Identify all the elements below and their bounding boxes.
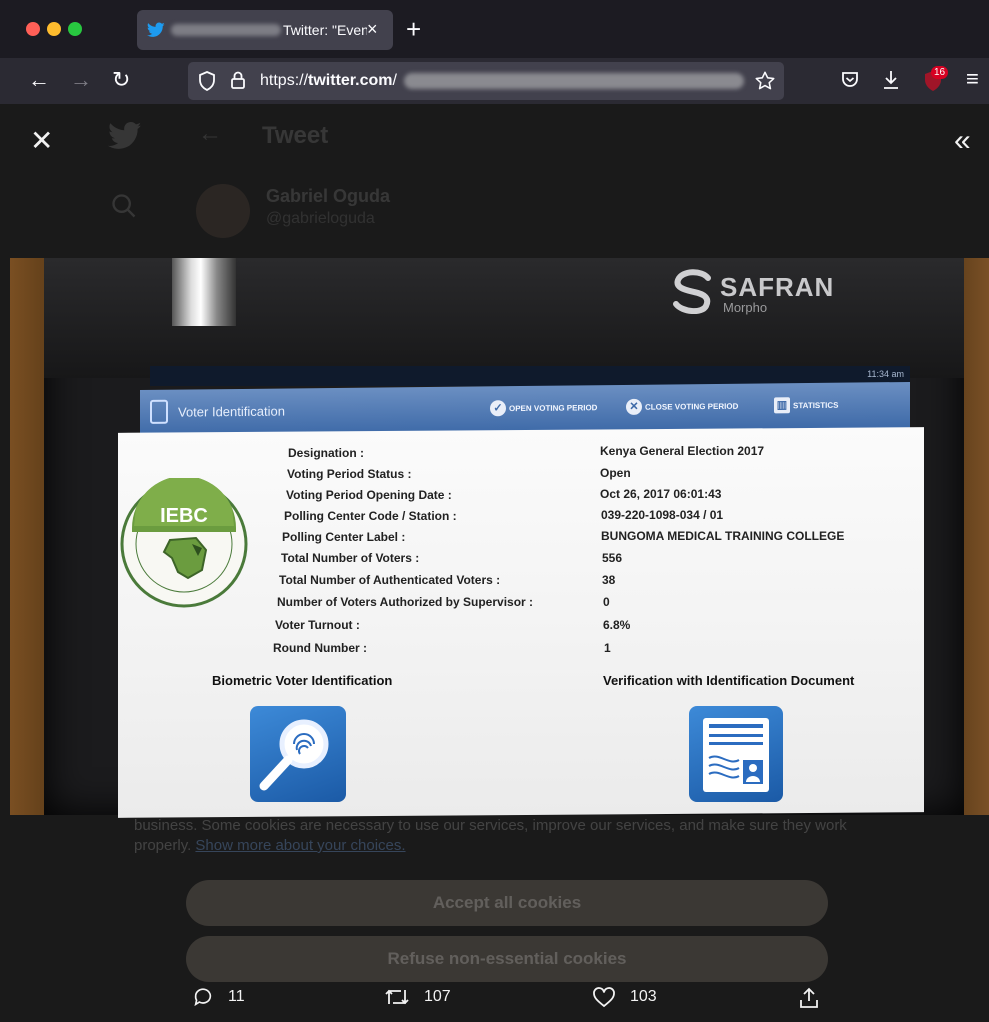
field-label: Total Number of Voters : — [281, 551, 420, 565]
reply-button[interactable]: 11 — [192, 986, 245, 1008]
close-voting-period-button: ✕ CLOSE VOTING PERIOD — [626, 398, 738, 415]
iebc-seal-logo: IEBC — [120, 478, 248, 608]
close-voting-period-label: CLOSE VOTING PERIOD — [645, 401, 739, 412]
zoom-window-button[interactable] — [68, 22, 82, 36]
app-title: Voter Identification — [178, 403, 285, 420]
check-icon: ✓ — [490, 400, 506, 417]
open-voting-period-button: ✓ OPEN VOTING PERIOD — [490, 399, 598, 417]
bookmark-star-icon[interactable] — [754, 70, 776, 92]
browser-tab-twitter[interactable]: Twitter: "Even × — [137, 10, 393, 50]
biometric-section-label: Biometric Voter Identification — [212, 673, 393, 688]
reply-count: 11 — [228, 988, 245, 1005]
field-value: Kenya General Election 2017 — [600, 444, 765, 458]
field-label: Polling Center Label : — [282, 530, 406, 544]
x-circle-icon: ✕ — [626, 398, 642, 415]
field-value: 556 — [602, 551, 623, 565]
tweet-header-title: Tweet — [262, 122, 329, 149]
field-value: 039-220-1098-034 / 01 — [601, 508, 724, 522]
redacted-tab-text — [171, 24, 281, 36]
author-handle[interactable]: @gabrieloguda — [266, 210, 375, 228]
new-tab-button[interactable]: + — [406, 16, 421, 42]
redacted-url-text — [404, 73, 744, 89]
reload-icon[interactable]: ↻ — [112, 68, 130, 92]
open-voting-period-label: OPEN VOTING PERIOD — [509, 402, 598, 413]
back-arrow-icon[interactable]: ← — [28, 68, 50, 92]
iebc-logo-text: IEBC — [160, 505, 208, 527]
id-document-icon — [689, 706, 783, 802]
like-count: 103 — [630, 988, 657, 1005]
close-media-icon[interactable]: ✕ — [30, 124, 53, 157]
author-name[interactable]: Gabriel Oguda — [266, 186, 390, 207]
field-label: Round Number : — [273, 641, 367, 655]
back-arrow-icon[interactable]: ← — [198, 120, 222, 148]
url-text: https://twitter.com/ — [260, 72, 397, 90]
retweet-button[interactable]: 107 — [384, 986, 451, 1008]
heart-icon — [593, 987, 615, 1008]
pocket-icon[interactable] — [840, 70, 860, 90]
cookie-choices-link[interactable]: Show more about your choices. — [195, 837, 405, 854]
document-section-label: Verification with Identification Documen… — [603, 673, 855, 688]
browser-titlebar: Twitter: "Even × + — [0, 0, 989, 58]
twitter-bird-icon — [147, 22, 165, 37]
field-value: 0 — [603, 595, 610, 609]
app-menu-icon — [150, 399, 168, 424]
share-icon — [800, 987, 818, 1008]
field-value: Oct 26, 2017 06:01:43 — [600, 487, 722, 501]
cookie-notice-text: business. Some cookies are necessary to … — [134, 816, 874, 856]
tab-title: Twitter: "Even — [283, 22, 367, 38]
brand-name: SAFRAN — [720, 272, 835, 302]
status-time: 11:34 am — [867, 369, 904, 379]
tab-close-icon[interactable]: × — [367, 19, 378, 39]
close-window-button[interactable] — [26, 22, 40, 36]
author-avatar[interactable] — [196, 184, 250, 238]
field-label: Designation : — [288, 446, 365, 460]
extension-badge-count: 16 — [931, 66, 949, 79]
collapse-panel-icon[interactable]: « — [954, 124, 971, 158]
hamburger-menu-icon[interactable]: ≡ — [966, 67, 979, 91]
url-domain: twitter.com — [308, 72, 393, 89]
field-label: Voting Period Status : — [287, 467, 412, 481]
statistics-button: ▥ STATISTICS — [774, 397, 838, 414]
statistics-label: STATISTICS — [793, 400, 839, 410]
lock-icon[interactable] — [230, 70, 246, 90]
accept-cookies-button[interactable]: Accept all cookies — [186, 880, 828, 926]
safran-logo-icon — [673, 269, 711, 314]
reply-icon — [194, 988, 212, 1007]
statistics-icon: ▥ — [774, 397, 790, 414]
id-card-icon — [703, 718, 769, 792]
field-label: Number of Voters Authorized by Superviso… — [277, 595, 534, 609]
forward-arrow-icon[interactable]: → — [70, 68, 92, 92]
stylus-holder — [172, 258, 236, 326]
retweet-count: 107 — [424, 988, 451, 1005]
field-label: Polling Center Code / Station : — [284, 509, 457, 523]
field-value: Open — [600, 466, 631, 480]
field-value: BUNGOMA MEDICAL TRAINING COLLEGE — [601, 529, 845, 543]
field-value: 38 — [602, 573, 616, 587]
field-label: Voter Turnout : — [275, 618, 360, 632]
fingerprint-search-icon — [250, 706, 346, 802]
field-value: 1 — [604, 641, 611, 655]
search-icon[interactable] — [110, 192, 138, 220]
minimize-window-button[interactable] — [47, 22, 61, 36]
like-button[interactable]: 103 — [592, 986, 657, 1008]
download-icon[interactable] — [881, 69, 901, 91]
field-label: Total Number of Authenticated Voters : — [279, 573, 501, 587]
tweet-action-bar: 11 107 103 — [0, 984, 989, 1022]
twitter-logo-icon — [108, 122, 142, 149]
browser-navbar: ← → ↻ https://twitter.com/ 16 ≡ — [0, 58, 989, 104]
field-value: 6.8% — [603, 618, 631, 632]
url-scheme: https:// — [260, 72, 309, 89]
retweet-icon — [385, 989, 409, 1005]
shield-icon[interactable] — [198, 71, 216, 91]
magnifier-fingerprint-icon — [259, 719, 329, 791]
brand-subtitle: Morpho — [723, 300, 768, 315]
share-button[interactable] — [798, 986, 820, 1010]
field-label: Voting Period Opening Date : — [286, 488, 452, 502]
refuse-cookies-button[interactable]: Refuse non-essential cookies — [186, 936, 828, 982]
url-bar[interactable]: https://twitter.com/ — [188, 62, 784, 100]
url-path: / — [392, 72, 397, 89]
